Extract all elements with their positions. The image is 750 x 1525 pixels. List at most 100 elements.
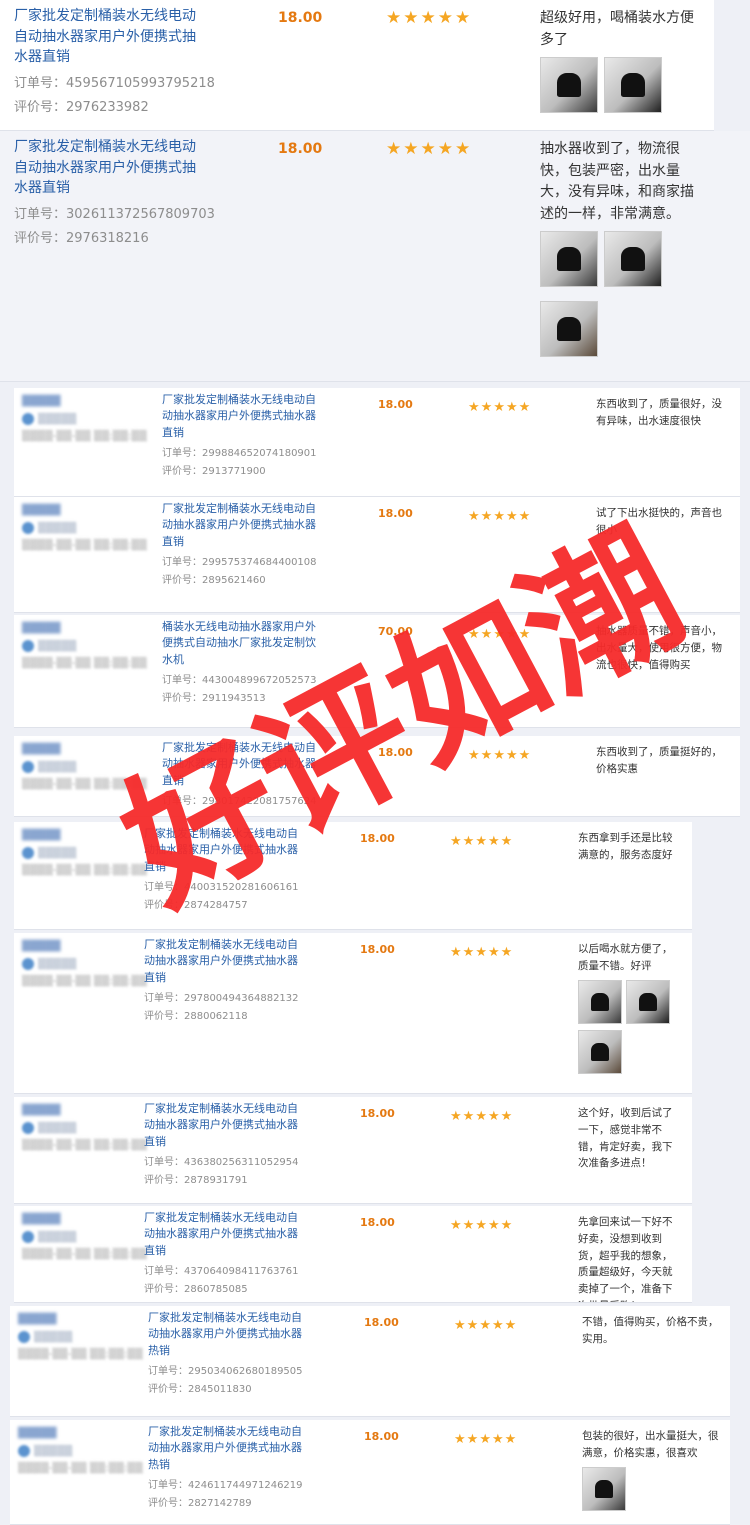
rating-stars: ★★★★★	[468, 396, 531, 415]
product-title-link[interactable]: 厂家批发定制桶装水无线电动自动抽水器家用户外便携式抽水器直销	[144, 826, 302, 875]
star-icon: ★	[386, 139, 402, 159]
star-icon: ★	[493, 509, 505, 524]
reviewer-badge: ▒▒▒▒▒	[22, 640, 147, 652]
review-photo[interactable]	[540, 57, 598, 113]
rating-stars: ★★★★★	[450, 1214, 513, 1233]
star-icon: ★	[462, 834, 475, 849]
review-row: █████ ▒▒▒▒▒ ▒▒▒▒-▒▒-▒▒ ▒▒:▒▒:▒▒ 厂家批发定制桶装水无线…	[14, 1206, 692, 1303]
rating-stars: ★★★★★	[454, 1428, 517, 1447]
rating-stars: ★★★★★	[450, 1105, 513, 1124]
review-photo[interactable]	[540, 301, 598, 357]
star-icon: ★	[505, 509, 518, 524]
review-number: 评价号：2911943513	[162, 689, 266, 704]
star-icon: ★	[480, 509, 493, 524]
review-number-label: 评价号：	[14, 231, 67, 247]
pump-shape	[556, 73, 582, 97]
reviewer-badge: ▒▒▒▒▒	[22, 1122, 147, 1134]
review-number-value: 2976318216	[66, 231, 149, 247]
star-icon: ★	[491, 1318, 504, 1333]
pump-shape	[556, 247, 582, 271]
rating-stars: ★★★★★	[450, 941, 513, 960]
review-number-label: 评价号：	[144, 899, 184, 911]
order-number-value: 298017422081757624	[202, 795, 317, 807]
product-title-link[interactable]: 厂家批发定制桶装水无线电动自动抽水器家用户外便携式抽水器直销	[162, 740, 320, 789]
product-title-link[interactable]: 厂家批发定制桶装水无线电动自动抽水器家用户外便携式抽水器直销	[14, 137, 209, 199]
star-icon: ★	[454, 1318, 466, 1333]
star-icon: ★	[462, 945, 475, 960]
reviewer-badge: ▒▒▒▒▒	[22, 847, 147, 859]
order-number-value: 459567105993795218	[66, 76, 215, 92]
order-number: 订单号：295034062680189505	[148, 1362, 303, 1377]
review-photo[interactable]	[578, 1030, 622, 1074]
review-row: 厂家批发定制桶装水无线电动自动抽水器家用户外便携式抽水器直销 订单号：302611…	[0, 131, 750, 382]
review-date: ▒▒▒▒-▒▒-▒▒ ▒▒:▒▒:▒▒	[18, 1349, 143, 1360]
order-number-value: 295034062680189505	[188, 1365, 303, 1377]
reviewer-info: █████ ▒▒▒▒▒ ▒▒▒▒-▒▒-▒▒ ▒▒:▒▒:▒▒	[22, 623, 147, 669]
product-title-link[interactable]: 厂家批发定制桶装水无线电动自动抽水器家用户外便携式抽水器热销	[148, 1310, 306, 1359]
pump-shape	[620, 247, 646, 271]
star-icon: ★	[466, 1432, 479, 1447]
review-photo[interactable]	[540, 231, 598, 287]
product-title-link[interactable]: 厂家批发定制桶装水无线电动自动抽水器家用户外便携式抽水器直销	[144, 1210, 302, 1259]
product-title-link[interactable]: 厂家批发定制桶装水无线电动自动抽水器家用户外便携式抽水器直销	[162, 501, 320, 550]
review-number-label: 评价号：	[162, 465, 202, 477]
review-number-value: 2845011830	[188, 1383, 252, 1395]
price-value: 70.00	[378, 625, 413, 638]
review-number: 评价号：2845011830	[148, 1380, 252, 1395]
star-icon: ★	[420, 139, 436, 159]
order-number: 订单号：443004899672052573	[162, 671, 317, 686]
review-number-value: 2874284757	[184, 899, 248, 911]
product-title-link[interactable]: 厂家批发定制桶装水无线电动自动抽水器家用户外便携式抽水器直销	[144, 937, 302, 986]
star-icon: ★	[479, 1318, 491, 1333]
price-value: 18.00	[360, 1216, 395, 1229]
order-number-label: 订单号：	[162, 795, 202, 807]
reviewer-name: █████	[22, 941, 61, 952]
star-icon: ★	[450, 834, 462, 849]
pump-shape	[620, 73, 646, 97]
order-number-value: 297800494364882132	[184, 992, 299, 1004]
reviewer-name: █████	[22, 623, 61, 634]
review-number-value: 2976233982	[66, 100, 149, 116]
review-number-label: 评价号：	[162, 692, 202, 704]
review-number-label: 评价号：	[148, 1383, 188, 1395]
reviewer-info: █████ ▒▒▒▒▒ ▒▒▒▒-▒▒-▒▒ ▒▒:▒▒:▒▒	[22, 941, 147, 987]
pump-shape	[594, 1479, 614, 1499]
review-photo[interactable]	[604, 231, 662, 287]
review-photo[interactable]	[626, 980, 670, 1024]
star-icon: ★	[468, 748, 480, 763]
review-date: ▒▒▒▒-▒▒-▒▒ ▒▒:▒▒:▒▒	[22, 976, 147, 987]
product-title-link[interactable]: 桶装水无线电动抽水器家用户外便携式自动抽水厂家批发定制饮水机	[162, 619, 320, 668]
order-number: 订单号：299575374684400108	[162, 553, 317, 568]
order-number: 订单号：459567105993795218	[14, 72, 215, 91]
rating-stars: ★★★★★	[468, 744, 531, 763]
review-date: ▒▒▒▒-▒▒-▒▒ ▒▒:▒▒:▒▒	[22, 540, 147, 551]
review-photo[interactable]	[582, 1467, 626, 1511]
product-title-link[interactable]: 厂家批发定制桶装水无线电动自动抽水器家用户外便携式抽水器直销	[162, 392, 320, 441]
star-icon: ★	[500, 945, 513, 960]
review-photo[interactable]	[578, 980, 622, 1024]
review-comment: 超级好用，喝桶装水方便多了	[540, 10, 694, 48]
review-number-label: 评价号：	[144, 1283, 184, 1295]
product-title-link[interactable]: 厂家批发定制桶装水无线电动自动抽水器家用户外便携式抽水器直销	[144, 1101, 302, 1150]
review-comment: 抽水器质量不错，声音小，出水量大，使用很方便，物流也很快，值得购买	[596, 625, 722, 671]
review-photo[interactable]	[604, 57, 662, 113]
review-comment: 东西拿到手还是比较满意的，服务态度好	[578, 832, 673, 861]
reviewer-name: █████	[22, 396, 61, 407]
reviewer-name: █████	[22, 744, 61, 755]
reviewer-name: █████	[22, 1105, 61, 1116]
review-number: 评价号：2860785085	[144, 1280, 248, 1295]
rating-stars: ★★★★★	[468, 505, 531, 524]
star-icon: ★	[491, 1432, 504, 1447]
price-value: 18.00	[278, 141, 323, 157]
product-title-link[interactable]: 厂家批发定制桶装水无线电动自动抽水器家用户外便携式抽水器直销	[14, 6, 209, 68]
reviewer-info: █████ ▒▒▒▒▒ ▒▒▒▒-▒▒-▒▒ ▒▒:▒▒:▒▒	[22, 505, 147, 551]
order-number-label: 订单号：	[162, 556, 202, 568]
review-number-label: 评价号：	[144, 1010, 184, 1022]
price-value: 18.00	[364, 1316, 399, 1329]
order-number-value: 299575374684400108	[202, 556, 317, 568]
product-title-link[interactable]: 厂家批发定制桶装水无线电动自动抽水器家用户外便携式抽水器热销	[148, 1424, 306, 1473]
review-number: 评价号：2895621460	[162, 571, 266, 586]
review-row: █████ ▒▒▒▒▒ ▒▒▒▒-▒▒-▒▒ ▒▒:▒▒:▒▒ 厂家批发定制桶装水无线…	[10, 1306, 730, 1417]
reviewer-info: █████ ▒▒▒▒▒ ▒▒▒▒-▒▒-▒▒ ▒▒:▒▒:▒▒	[22, 1214, 147, 1260]
star-icon: ★	[480, 400, 493, 415]
